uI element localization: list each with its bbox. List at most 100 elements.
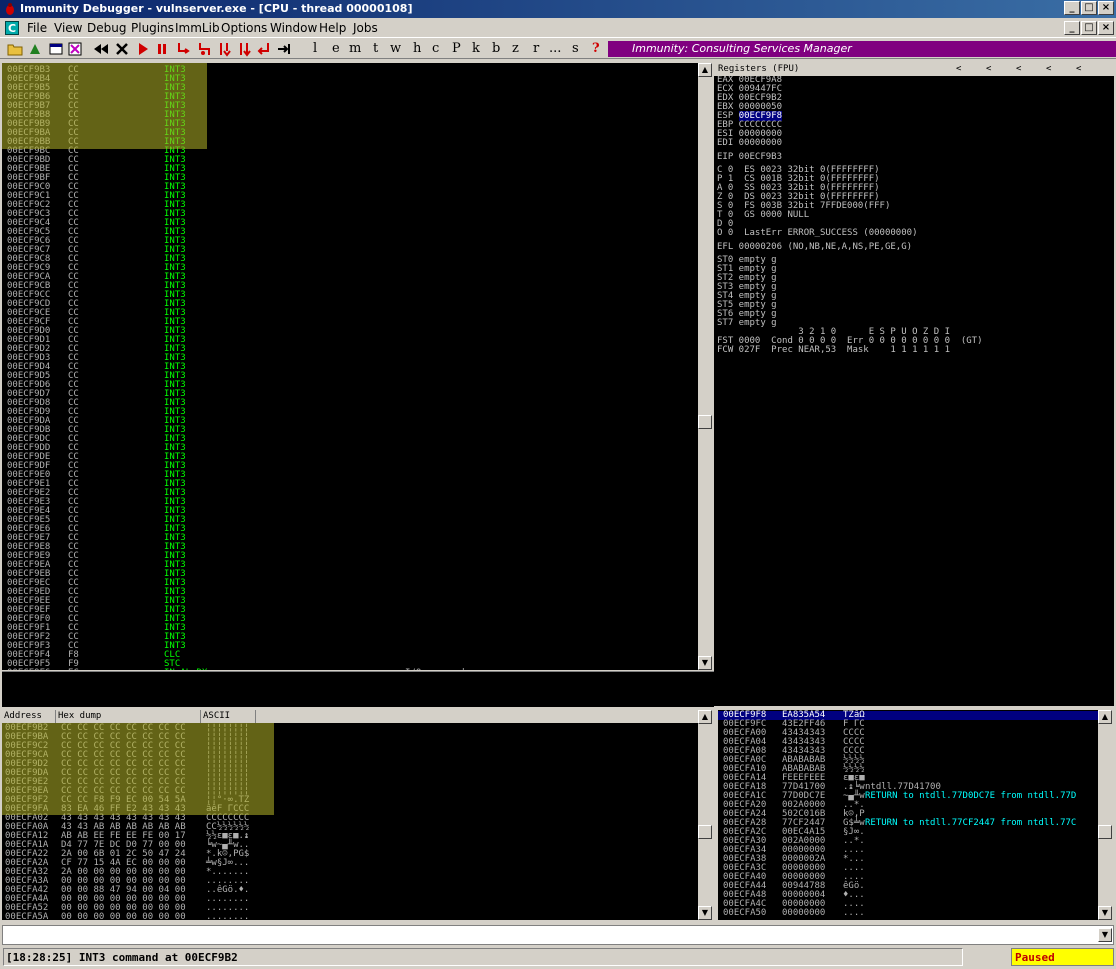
goto-icon[interactable] bbox=[276, 40, 292, 58]
scroll-thumb[interactable] bbox=[698, 825, 712, 839]
register-nav-button[interactable]: < bbox=[956, 64, 961, 75]
stack-row[interactable]: 00ECFA2C 00EC4A15 §J∞. bbox=[718, 828, 1098, 837]
cpu-window-icon[interactable]: C bbox=[5, 21, 19, 35]
toolbar-breakpoints-button[interactable]: b bbox=[492, 40, 500, 58]
rewind-icon[interactable] bbox=[92, 40, 110, 58]
disasm-row[interactable]: 00ECF9DC CC INT3 bbox=[2, 435, 698, 444]
disasm-row[interactable]: 00ECF9EE CC INT3 bbox=[2, 597, 698, 606]
scroll-down-icon[interactable]: ▼ bbox=[1098, 906, 1112, 920]
dump-scrollbar[interactable]: ▲ ▼ bbox=[698, 710, 712, 920]
disasm-row[interactable]: 00ECF9E7 CC INT3 bbox=[2, 534, 698, 543]
open-folder-icon[interactable] bbox=[6, 40, 24, 58]
toolbar-call-stack-button[interactable]: k bbox=[472, 40, 480, 58]
dump-col-address[interactable]: Address bbox=[2, 710, 56, 723]
help-icon[interactable]: ? bbox=[592, 40, 600, 58]
disasm-row[interactable]: 00ECF9F6 EC IN AL,DX I/O command bbox=[2, 669, 698, 671]
disasm-row[interactable]: 00ECF9D0 CC INT3 bbox=[2, 327, 698, 336]
toolbar-run-trace-button[interactable]: ... bbox=[549, 40, 561, 58]
disasm-row[interactable]: 00ECF9E1 CC INT3 bbox=[2, 480, 698, 489]
stack-row[interactable]: 00ECFA48 00000004 ♦... bbox=[718, 891, 1098, 900]
immunity-banner[interactable]: Immunity: Consulting Services Manager bbox=[608, 41, 1116, 57]
scroll-down-icon[interactable]: ▼ bbox=[698, 656, 712, 670]
menu-help[interactable]: Help bbox=[316, 19, 349, 38]
execute-till-return-icon[interactable] bbox=[256, 40, 272, 58]
child-close-button[interactable]: × bbox=[1098, 21, 1114, 35]
disasm-row[interactable]: 00ECF9D8 CC INT3 bbox=[2, 399, 698, 408]
close-button[interactable]: × bbox=[1098, 1, 1114, 15]
disasm-row[interactable]: 00ECF9C4 CC INT3 bbox=[2, 219, 698, 228]
stack-row[interactable]: 00ECFA20 002A0000 ..*. bbox=[718, 801, 1098, 810]
disasm-row[interactable]: 00ECF9E4 CC INT3 bbox=[2, 507, 698, 516]
scroll-up-icon[interactable]: ▲ bbox=[698, 710, 712, 724]
disasm-row[interactable]: 00ECF9BD CC INT3 bbox=[2, 156, 698, 165]
stack-row[interactable]: 00ECFA4C 00000000.... bbox=[718, 900, 1098, 909]
disasm-row[interactable]: 00ECF9F1 CC INT3 bbox=[2, 624, 698, 633]
stack-row[interactable]: 00ECFA00 43434343 CCCC bbox=[718, 729, 1098, 738]
register-line[interactable]: FCW 027F Prec NEAR,53 Mask 1 1 1 1 1 1 bbox=[714, 346, 1114, 355]
restart-icon[interactable] bbox=[26, 40, 44, 58]
disassembly-pane[interactable]: 00ECF9B3CCINT300ECF9B4CCINT300ECF9B5CCIN… bbox=[2, 63, 698, 670]
menu-immlib[interactable]: ImmLib bbox=[172, 19, 223, 38]
stack-row[interactable]: 00ECF9F8 EA835A54 TZâΩ bbox=[718, 711, 1098, 720]
register-nav-button[interactable]: < bbox=[1046, 64, 1051, 75]
disasm-row[interactable]: 00ECF9C6 CC INT3 bbox=[2, 237, 698, 246]
toolbar-references-button[interactable]: r bbox=[533, 40, 539, 58]
scroll-thumb[interactable] bbox=[698, 415, 712, 429]
disasm-row[interactable]: 00ECF9D4 CC INT3 bbox=[2, 363, 698, 372]
child-minimize-button[interactable]: _ bbox=[1064, 21, 1080, 35]
menu-options[interactable]: Options bbox=[218, 19, 270, 38]
scroll-up-icon[interactable]: ▲ bbox=[1098, 710, 1112, 724]
stack-row[interactable]: 00ECFA50 00000000.... bbox=[718, 909, 1098, 918]
disasm-row[interactable]: 00ECF9F2 CC INT3 bbox=[2, 633, 698, 642]
hex-dump-pane[interactable]: 00ECF9B2CC CC CC CC CC CC CC CC¦¦¦¦¦¦¦¦0… bbox=[2, 723, 698, 920]
chevron-down-icon[interactable]: ▼ bbox=[1098, 928, 1112, 942]
command-bar[interactable]: ▼ bbox=[2, 925, 1114, 945]
scroll-up-icon[interactable]: ▲ bbox=[698, 63, 712, 77]
stack-row[interactable]: 00ECFA40 00000000.... bbox=[718, 873, 1098, 882]
toolbar-hw-breakpoints-button[interactable]: z bbox=[512, 40, 519, 58]
stack-row[interactable]: 00ECFA10 ABABABAB ½½½½ bbox=[718, 765, 1098, 774]
disasm-row[interactable]: 00ECF9CB CC INT3 bbox=[2, 282, 698, 291]
trace-into-icon[interactable] bbox=[217, 40, 233, 58]
register-nav-button[interactable]: < bbox=[986, 64, 991, 75]
menu-plugins[interactable]: Plugins bbox=[128, 19, 177, 38]
register-line[interactable]: EIP 00ECF9B3 bbox=[714, 152, 1114, 162]
menu-window[interactable]: Window bbox=[267, 19, 320, 38]
disasm-row[interactable]: 00ECF9F4 F8 CLC bbox=[2, 651, 698, 660]
toolbar-patches-button[interactable]: P bbox=[452, 40, 461, 58]
disasm-row[interactable]: 00ECF9E9 CC INT3 bbox=[2, 552, 698, 561]
register-nav-button[interactable]: < bbox=[1076, 64, 1081, 75]
dump-col-hex[interactable]: Hex dump bbox=[56, 710, 201, 723]
disasm-row[interactable]: 00ECF9F0 CC INT3 bbox=[2, 615, 698, 624]
toolbar-handles-button[interactable]: h bbox=[413, 40, 421, 58]
disasm-row[interactable]: 00ECF9E3 CC INT3 bbox=[2, 498, 698, 507]
disasm-row[interactable]: 00ECF9DA CC INT3 bbox=[2, 417, 698, 426]
disasm-row[interactable]: 00ECF9E0 CC INT3 bbox=[2, 471, 698, 480]
scroll-thumb[interactable] bbox=[1098, 825, 1112, 839]
stack-row[interactable]: 00ECFA34 00000000.... bbox=[718, 846, 1098, 855]
disasm-row[interactable]: 00ECF9DF CC INT3 bbox=[2, 462, 698, 471]
menu-view[interactable]: View bbox=[51, 19, 85, 38]
step-over-icon[interactable] bbox=[197, 40, 213, 58]
dump-row[interactable]: 00ECFA5A 00 00 00 00 00 00 00 00........ bbox=[2, 913, 698, 921]
stack-scrollbar[interactable]: ▲ ▼ bbox=[1098, 710, 1112, 920]
toolbar-windows-button[interactable]: w bbox=[390, 40, 401, 58]
disasm-row[interactable]: 00ECF9CA CC INT3 bbox=[2, 273, 698, 282]
stack-row[interactable]: 00ECFA38 0000002A *... bbox=[718, 855, 1098, 864]
scroll-down-icon[interactable]: ▼ bbox=[698, 906, 712, 920]
menu-file[interactable]: File bbox=[24, 19, 50, 38]
stack-row[interactable]: 00ECF9FC 43E2FF46 F ΓC bbox=[718, 720, 1098, 729]
register-line[interactable]: O 0 LastErr ERROR_SUCCESS (00000000) bbox=[714, 229, 1114, 238]
disasm-row[interactable]: 00ECF9EC CC INT3 bbox=[2, 579, 698, 588]
trace-over-icon[interactable] bbox=[237, 40, 253, 58]
disasm-row[interactable]: 00ECF9CF CC INT3 bbox=[2, 318, 698, 327]
disasm-row[interactable]: 00ECF9ED CC INT3 bbox=[2, 588, 698, 597]
disasm-row[interactable]: 00ECF9D7 CC INT3 bbox=[2, 390, 698, 399]
disasm-row[interactable]: 00ECF9E8 CC INT3 bbox=[2, 543, 698, 552]
toolbar-threads-button[interactable]: t bbox=[373, 40, 378, 58]
toolbar-log-button[interactable]: l bbox=[313, 40, 317, 58]
registers-pane[interactable]: EAX 00ECF9A8 ECX 009447FC EDX 00ECF9B2 EBX … bbox=[714, 76, 1114, 706]
disasm-row[interactable]: 00ECF9C7 CC INT3 bbox=[2, 246, 698, 255]
disasm-row[interactable]: 00ECF9F5 F9 STC bbox=[2, 660, 698, 669]
child-restore-button[interactable]: □ bbox=[1081, 21, 1097, 35]
